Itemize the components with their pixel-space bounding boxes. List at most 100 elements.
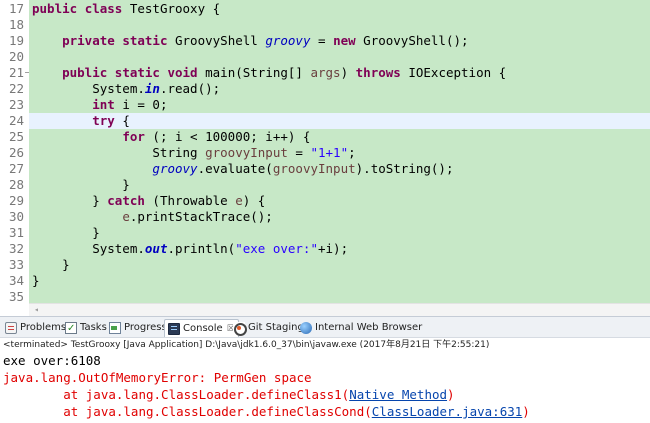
- code-line[interactable]: System.out.println("exe over:"+i);: [29, 241, 650, 257]
- code-token: .read();: [159, 81, 221, 96]
- line-number: 27: [8, 161, 24, 176]
- line-number: 24: [8, 113, 24, 128]
- console-stderr-line: at java.lang.ClassLoader.defineClass1(Na…: [3, 386, 454, 403]
- code-line[interactable]: int i = 0;: [29, 97, 650, 113]
- code-line[interactable]: for (; i < 100000; i++) {: [29, 129, 650, 145]
- code-token: new: [333, 33, 356, 48]
- code-line[interactable]: }: [29, 273, 650, 289]
- bottom-panel-tab-bar: Problems Tasks ProgressConsole☒ Git Staging…: [0, 316, 650, 338]
- internal-web-browser-icon: [300, 322, 312, 334]
- code-token: static: [122, 33, 168, 48]
- code-token: void: [167, 65, 198, 80]
- current-code-line[interactable]: try {: [29, 113, 650, 129]
- console-stderr-line: java.lang.OutOfMemoryError: PermGen spac…: [3, 370, 312, 385]
- code-line[interactable]: String groovyInput = "1+1";: [29, 145, 650, 161]
- code-token: int: [92, 97, 115, 112]
- code-line[interactable]: [29, 17, 650, 33]
- code-token: }: [32, 177, 130, 192]
- code-token: private: [62, 33, 115, 48]
- code-token: groovy: [152, 161, 198, 176]
- tab-label: Progress: [124, 322, 167, 333]
- code-token: args: [310, 65, 341, 80]
- code-token: GroovyShell();: [355, 33, 469, 48]
- code-token: .println(: [167, 241, 236, 256]
- source-link[interactable]: Native Method: [349, 387, 447, 402]
- line-number: 29: [8, 193, 24, 208]
- code-token: System.: [32, 241, 145, 256]
- console-stderr-line: at java.lang.ClassLoader.defineClassCond…: [3, 403, 530, 420]
- line-number: 30: [8, 209, 24, 224]
- code-token: }: [32, 257, 70, 272]
- tab-internal-web-browser[interactable]: Internal Web Browser: [297, 319, 425, 337]
- source-link[interactable]: ClassLoader.java:631: [372, 404, 523, 419]
- tab-git-staging[interactable]: Git Staging: [230, 319, 307, 337]
- code-line[interactable]: }: [29, 225, 650, 241]
- tab-label: Tasks: [80, 322, 107, 333]
- code-token: e: [122, 209, 130, 224]
- git-staging-icon: [233, 322, 247, 336]
- tab-label: Internal Web Browser: [315, 322, 423, 333]
- code-token: (; i < 100000; i++) {: [144, 129, 311, 144]
- code-token: throws: [355, 65, 401, 80]
- horizontal-scrollbar[interactable]: ◂: [29, 303, 650, 316]
- stack-frame-text: at java.lang.ClassLoader.defineClass1(: [3, 387, 350, 402]
- problems-icon: [5, 322, 17, 334]
- line-number: 23: [8, 97, 24, 112]
- tab-tasks[interactable]: Tasks: [62, 319, 110, 338]
- code-token: }: [32, 273, 40, 288]
- stack-frame-suffix: ): [522, 404, 530, 419]
- tab-label: Console: [183, 322, 223, 334]
- tab-progress[interactable]: Progress: [106, 319, 170, 337]
- code-editor[interactable]: 17 18 19 20 21 22 23 24 25 26 27 28 29 30 31 32 33 34 35 p…: [0, 0, 650, 316]
- code-token: in: [144, 81, 160, 96]
- code-token: ) {: [242, 193, 266, 208]
- console-icon: [168, 322, 180, 335]
- console-output[interactable]: exe over:6108 java.lang.OutOfMemoryError:…: [0, 352, 650, 423]
- code-token: .evaluate(: [197, 161, 273, 176]
- code-line[interactable]: System.in.read();: [29, 81, 650, 97]
- code-line[interactable]: }: [29, 257, 650, 273]
- tab-label: Problems: [20, 322, 67, 333]
- scroll-left-arrow-icon[interactable]: ◂: [34, 305, 39, 314]
- code-line[interactable]: } catch (Throwable e) {: [29, 193, 650, 209]
- code-line[interactable]: public static void main(String[] args) t…: [29, 65, 650, 81]
- code-token: static: [114, 65, 160, 80]
- code-token: catch: [107, 193, 145, 208]
- code-token: }: [32, 193, 108, 208]
- code-token: TestGrooxy {: [122, 1, 221, 16]
- code-token: .printStackTrace();: [129, 209, 273, 224]
- line-number: 18: [8, 17, 24, 32]
- line-number: 17: [8, 1, 24, 16]
- code-token: }: [32, 225, 100, 240]
- code-line[interactable]: }: [29, 177, 650, 193]
- stack-frame-text: at java.lang.ClassLoader.defineClassCond…: [3, 404, 372, 419]
- tab-problems[interactable]: Problems: [2, 319, 69, 337]
- tab-console[interactable]: Console ☒: [164, 319, 239, 337]
- code-line[interactable]: public class TestGrooxy {: [29, 1, 650, 17]
- console-status-line: <terminated> TestGrooxy [Java Applicatio…: [0, 338, 650, 352]
- code-token: groovyInput: [205, 145, 288, 160]
- code-token: (Throwable: [144, 193, 236, 208]
- code-token: for: [122, 129, 145, 144]
- code-token: out: [144, 241, 168, 256]
- line-number: 26: [8, 145, 24, 160]
- code-line[interactable]: private static GroovyShell groovy = new …: [29, 33, 650, 49]
- code-line[interactable]: groovy.evaluate(groovyInput).toString();: [29, 161, 650, 177]
- code-token: e: [235, 193, 243, 208]
- line-number: 34: [8, 273, 24, 288]
- code-line[interactable]: e.printStackTrace();: [29, 209, 650, 225]
- code-line[interactable]: [29, 49, 650, 65]
- code-token: groovyInput: [272, 161, 356, 176]
- code-token: {: [114, 113, 130, 128]
- line-number: 21: [0, 65, 29, 81]
- code-token: groovy: [265, 33, 311, 48]
- line-number: 22: [8, 81, 24, 96]
- line-number-gutter: 17 18 19 20 21 22 23 24 25 26 27 28 29 30 31 32 33 34 35: [0, 0, 29, 304]
- code-token: "1+1": [310, 145, 349, 160]
